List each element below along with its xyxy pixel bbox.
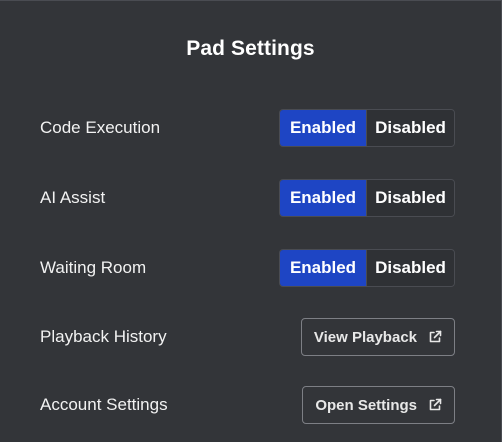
- external-link-icon: [428, 330, 442, 344]
- pad-settings-panel: Pad Settings Code Execution Enabled Disa…: [0, 0, 502, 442]
- ai-assist-toggle: Enabled Disabled: [279, 179, 455, 217]
- open-settings-button[interactable]: Open Settings: [302, 386, 455, 424]
- waiting-room-enabled-button[interactable]: Enabled: [280, 250, 366, 286]
- ai-assist-enabled-button[interactable]: Enabled: [280, 180, 366, 216]
- view-playback-button-label: View Playback: [313, 328, 417, 346]
- code-execution-disabled-button[interactable]: Disabled: [366, 110, 454, 146]
- ai-assist-label: AI Assist: [40, 188, 106, 207]
- account-settings-label: Account Settings: [40, 395, 168, 414]
- panel-title: Pad Settings: [186, 37, 315, 60]
- external-link-icon: [428, 398, 442, 412]
- code-execution-label: Code Execution: [40, 118, 161, 137]
- code-execution-enabled-button[interactable]: Enabled: [280, 110, 366, 146]
- waiting-room-toggle: Enabled Disabled: [279, 249, 455, 287]
- view-playback-button[interactable]: View Playback: [300, 318, 455, 356]
- open-settings-button-label: Open Settings: [315, 396, 417, 414]
- setting-row-code-execution: Code Execution Enabled Disabled: [40, 108, 455, 148]
- playback-history-label: Playback History: [40, 327, 167, 346]
- waiting-room-label: Waiting Room: [40, 258, 147, 277]
- setting-row-ai-assist: AI Assist Enabled Disabled: [40, 178, 455, 218]
- code-execution-toggle: Enabled Disabled: [279, 109, 455, 147]
- setting-row-waiting-room: Waiting Room Enabled Disabled: [40, 248, 455, 288]
- setting-row-playback-history: Playback History View Playback: [40, 317, 455, 357]
- setting-row-account-settings: Account Settings Open Settings: [40, 385, 455, 425]
- ai-assist-disabled-button[interactable]: Disabled: [366, 180, 454, 216]
- waiting-room-disabled-button[interactable]: Disabled: [366, 250, 454, 286]
